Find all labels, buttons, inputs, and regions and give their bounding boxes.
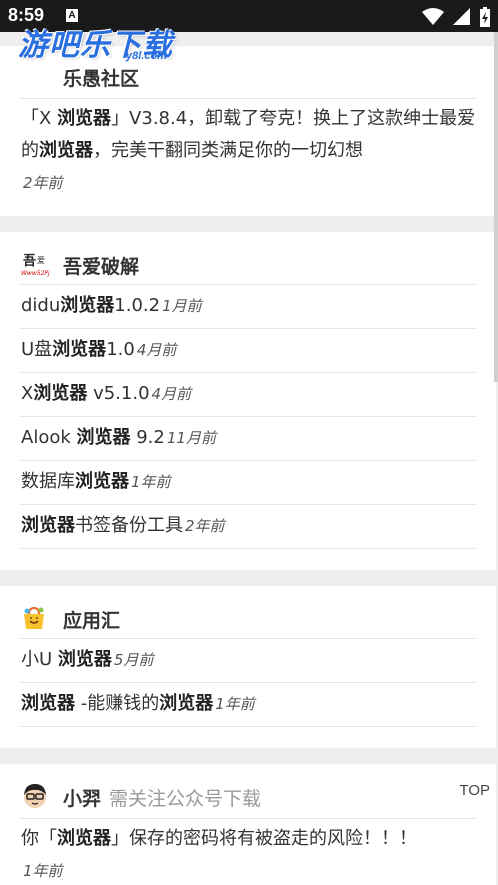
item-time: 1年前 (23, 862, 63, 880)
item-time: 4月前 (136, 341, 177, 359)
item-text: 1.0 (106, 339, 135, 360)
list-item[interactable]: Alook 浏览器 9.2 11月前 (20, 416, 476, 460)
source-note: 需关注公众号下载 (109, 788, 262, 810)
item-time: 2年前 (23, 174, 63, 192)
item-keyword: 浏览器 (21, 693, 75, 714)
item-text: 」保存的密码将有被盗走的风险！！！ (111, 828, 417, 849)
source-title[interactable]: 应用汇 (63, 606, 120, 633)
wifi-icon (421, 7, 444, 25)
item-keyword: 浏览器 (52, 339, 107, 360)
item-keyword: 浏览器 (57, 108, 112, 129)
item-text: v5.1.0 (87, 383, 150, 404)
item-text: 小U (21, 649, 58, 670)
list-item[interactable]: 浏览器 -能赚钱的浏览器 1年前 (20, 682, 476, 727)
list-item[interactable]: 「X 浏览器」V3.8.4，卸载了夸克！换上了这款绅士最爱的浏览器，完美干翻同类… (20, 98, 476, 203)
item-time: 1年前 (131, 473, 171, 491)
item-keyword: 浏览器 (57, 649, 112, 670)
item-text: 1.0.2 (114, 295, 161, 316)
item-keyword: 浏览器 (33, 383, 88, 404)
signal-icon (452, 7, 470, 25)
source-title[interactable]: 乐愚社区 (63, 64, 139, 91)
list-item[interactable]: didu浏览器1.0.2 1月前 (20, 284, 476, 328)
source-title[interactable]: 小羿 需关注公众号下载 (63, 784, 261, 811)
appchina-logo-icon (24, 606, 44, 629)
scrollbar[interactable] (494, 32, 498, 382)
item-text: ，完美干翻同类满足你的一切幻想 (93, 140, 363, 161)
list-item[interactable]: 浏览器书签备份工具 2年前 (20, 504, 476, 549)
item-text: 你「 (21, 828, 57, 849)
item-time: 1年前 (215, 695, 255, 713)
svg-text:爱: 爱 (37, 256, 45, 265)
source-title-text: 小羿 (63, 788, 102, 810)
list-item[interactable]: U盘浏览器1.0 4月前 (20, 328, 476, 372)
item-keyword: 浏览器 (76, 427, 131, 448)
card-header: 吾 爱 Www52Pj 吾爱破解 (0, 232, 496, 284)
item-text: X (21, 383, 34, 404)
result-card-appchina: 应用汇 小U 浏览器 5月前 浏览器 -能赚钱的浏览器 1年前 (0, 586, 496, 748)
item-keyword: 浏览器 (60, 295, 115, 316)
card-header: 小羿 需关注公众号下载 (0, 764, 496, 818)
result-card-leyu: 乐愚社区 「X 浏览器」V3.8.4，卸载了夸克！换上了这款绅士最爱的浏览器，完… (0, 46, 496, 216)
result-card-xiaoyi: 小羿 需关注公众号下载 你「浏览器」保存的密码将有被盗走的风险！！！ 1年前 (0, 764, 496, 885)
item-keyword: 浏览器 (159, 693, 214, 714)
xiaoyi-avatar-icon (24, 784, 46, 808)
item-keyword: 浏览器 (57, 828, 111, 849)
list-item[interactable]: X浏览器 v5.1.0 4月前 (20, 372, 476, 416)
item-text: didu (21, 295, 61, 316)
source-title[interactable]: 吾爱破解 (63, 252, 139, 279)
svg-text:吾: 吾 (23, 254, 36, 269)
item-text: 数据库 (21, 471, 75, 492)
watermark-sub-text: y8l.com (126, 50, 167, 62)
list-item[interactable]: 数据库浏览器 1年前 (20, 460, 476, 504)
result-card-52pojie: 吾 爱 Www52Pj 吾爱破解 didu浏览器1.0.2 1月前 U盘浏览器1.… (0, 232, 496, 570)
item-text: U盘 (21, 339, 53, 360)
item-keyword: 浏览器 (21, 515, 75, 536)
item-time: 2年前 (185, 517, 225, 535)
item-text: 「X (21, 108, 58, 129)
item-keyword: 浏览器 (39, 140, 93, 161)
svg-text:Www52Pj: Www52Pj (21, 270, 50, 277)
back-to-top-button[interactable]: TOP (459, 782, 490, 799)
list-item[interactable]: 你「浏览器」保存的密码将有被盗走的风险！！！ 1年前 (20, 818, 476, 885)
list-item[interactable]: 小U 浏览器 5月前 (20, 638, 476, 682)
battery-charging-icon (480, 6, 490, 27)
item-text: 书签备份工具 (75, 515, 183, 536)
watermark-logo: 游吧乐下载 y8l.com (18, 20, 173, 64)
item-time: 11月前 (166, 429, 216, 447)
52pojie-logo-icon: 吾 爱 Www52Pj (21, 254, 50, 277)
item-time: 1月前 (162, 297, 202, 315)
item-text: 9.2 (130, 427, 165, 448)
item-time: 5月前 (113, 651, 154, 669)
status-icons (418, 6, 490, 27)
item-text: Alook (21, 427, 77, 448)
item-time: 4月前 (151, 385, 192, 403)
card-header: 应用汇 (0, 586, 496, 638)
item-keyword: 浏览器 (75, 471, 129, 492)
item-text: -能赚钱的 (75, 693, 160, 714)
